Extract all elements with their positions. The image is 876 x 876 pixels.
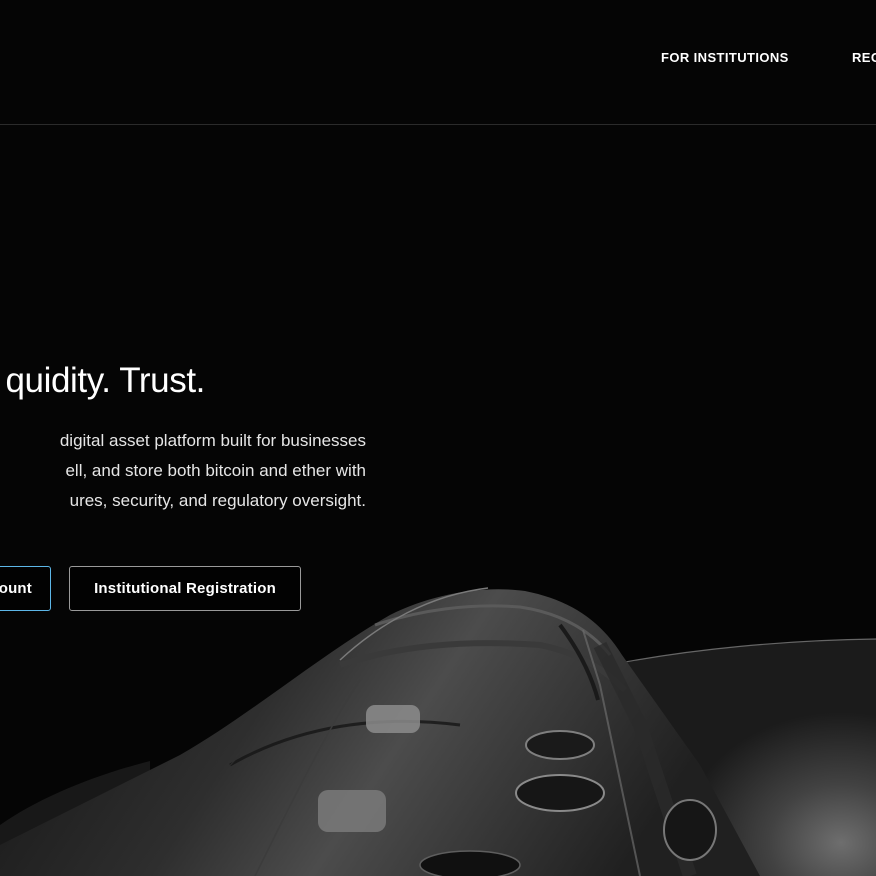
top-navigation-bar: FOR INSTITUTIONS REG — [0, 0, 876, 125]
hero-copy: quidity. Trust. digital asset platform b… — [0, 125, 876, 876]
hero-headline: quidity. Trust. — [5, 361, 205, 400]
nav-link-register[interactable]: REG — [852, 50, 876, 65]
landing-page: FOR INSTITUTIONS REG — [0, 0, 876, 876]
nav-link-for-institutions[interactable]: FOR INSTITUTIONS — [661, 50, 789, 65]
hero-section: quidity. Trust. digital asset platform b… — [0, 125, 876, 876]
institutional-registration-button[interactable]: Institutional Registration — [69, 566, 301, 611]
hero-description: digital asset platform built for busines… — [59, 431, 366, 510]
create-account-button[interactable]: ount — [0, 566, 51, 611]
